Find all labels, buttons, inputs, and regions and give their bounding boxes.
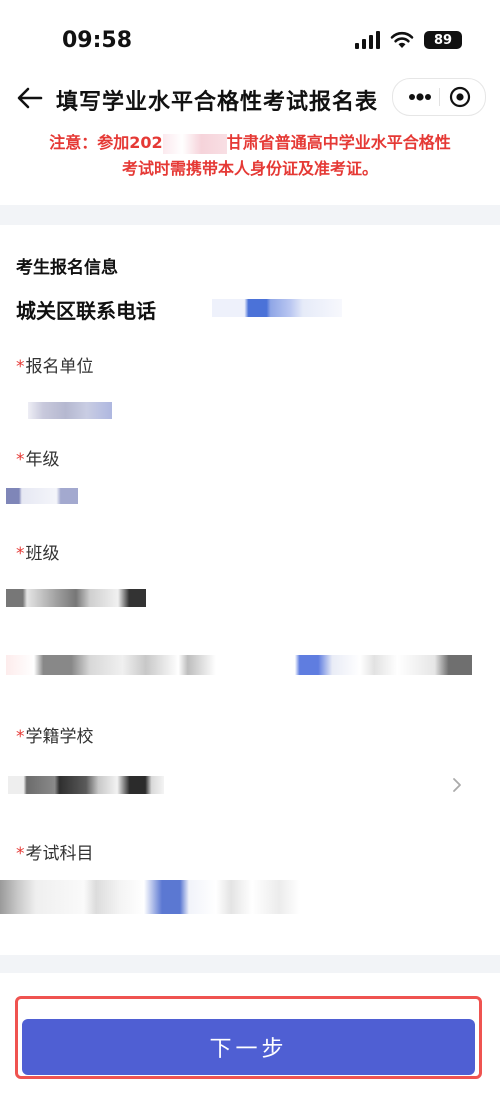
- phone-value-redacted: [212, 299, 342, 317]
- class-value-redacted[interactable]: [6, 589, 146, 607]
- page-title: 填写学业水平合格性考试报名表: [56, 90, 379, 115]
- capsule-divider: [439, 88, 440, 106]
- unit-value-redacted[interactable]: [28, 402, 112, 419]
- grade-value-redacted[interactable]: [6, 488, 78, 504]
- status-bar: 09:58 89: [0, 0, 500, 80]
- class-detail-redacted: [6, 655, 472, 675]
- cellular-signal-icon: [355, 31, 380, 49]
- field-label-unit: *报名单位: [16, 357, 94, 377]
- chevron-right-icon[interactable]: [450, 776, 464, 794]
- back-arrow-icon[interactable]: [14, 82, 46, 114]
- wifi-icon: [390, 31, 414, 48]
- close-target-icon[interactable]: [449, 86, 471, 108]
- phone-label: 城关区联系电话: [16, 299, 156, 323]
- nav-bar: 填写学业水平合格性考试报名表: [0, 78, 500, 122]
- status-icons: 89: [355, 29, 462, 51]
- notice-line-2: 考试时需携带本人身份证及准考证。: [121, 159, 378, 178]
- school-value-redacted[interactable]: [8, 776, 164, 794]
- notice-prefix: 注意：参加202: [49, 133, 163, 152]
- field-label-subject: *考试科目: [16, 844, 94, 864]
- status-time: 09:58: [62, 28, 133, 53]
- field-label-class: *班级: [16, 544, 60, 564]
- next-button-highlight: 下一步: [15, 996, 482, 1079]
- next-step-button[interactable]: 下一步: [22, 1019, 475, 1075]
- section-title: 考生报名信息: [16, 258, 118, 278]
- subject-value-redacted[interactable]: [0, 880, 300, 914]
- battery-icon: 89: [424, 31, 462, 49]
- notice-suffix: 甘肃省普通高中学业水平合格性: [226, 133, 451, 152]
- miniprogram-capsule: [392, 78, 486, 116]
- field-label-grade: *年级: [16, 450, 60, 470]
- section-separator: [0, 205, 500, 225]
- notice-redacted: [162, 133, 227, 154]
- footer-separator: [0, 955, 500, 973]
- exam-notice: 注意：参加202 甘肃省普通高中学业水平合格性 考试时需携带本人身份证及准考证。: [0, 130, 500, 200]
- field-label-school: *学籍学校: [16, 727, 94, 747]
- more-icon[interactable]: [405, 87, 435, 107]
- notice-line-1: 注意：参加202 甘肃省普通高中学业水平合格性: [0, 130, 500, 156]
